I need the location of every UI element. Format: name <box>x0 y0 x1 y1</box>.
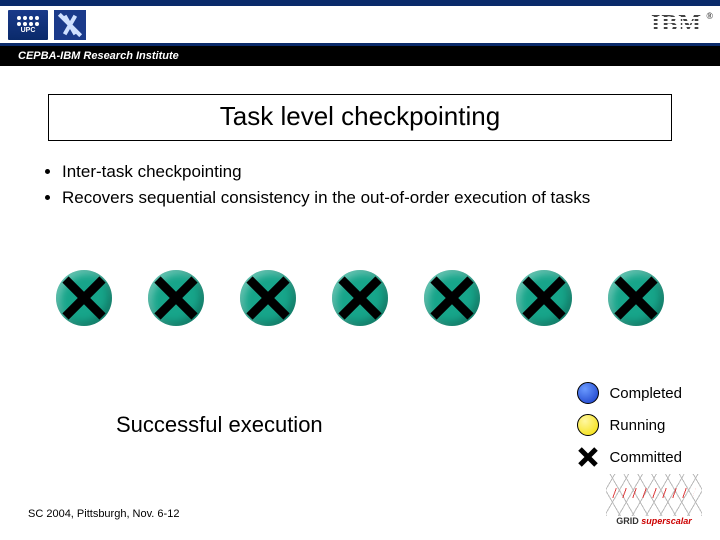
institute-name: CEPBA-IBM Research Institute <box>18 50 179 62</box>
ibm-small-logo <box>54 10 86 40</box>
header-bar: UPC IBM <box>0 0 720 46</box>
bullet-item: Recovers sequential consistency in the o… <box>62 185 686 211</box>
slide-title: Task level checkpointing <box>48 94 672 141</box>
legend-label: Completed <box>609 385 682 402</box>
legend: Completed Running Committed <box>577 382 682 468</box>
left-logos: UPC <box>8 10 86 40</box>
task-node <box>332 270 388 326</box>
upc-logo: UPC <box>8 10 48 40</box>
running-dot-icon <box>577 414 599 436</box>
institute-strip: CEPBA-IBM Research Institute <box>0 46 720 66</box>
footer-citation: SC 2004, Pittsburgh, Nov. 6-12 <box>28 508 179 520</box>
task-node <box>424 270 480 326</box>
ibm-logo: IBM <box>651 11 712 38</box>
grid-superscalar-logo: GRID superscalar <box>606 474 702 526</box>
grid-logo-suffix: superscalar <box>641 516 692 526</box>
bullet-list: Inter-task checkpointing Recovers sequen… <box>34 159 686 210</box>
completed-dot-icon <box>577 382 599 404</box>
legend-committed: Committed <box>577 446 682 468</box>
successful-execution-label: Successful execution <box>116 412 323 438</box>
task-row <box>0 270 720 326</box>
bullet-item: Inter-task checkpointing <box>62 159 686 185</box>
upc-logo-text: UPC <box>21 27 36 34</box>
grid-logo-prefix: GRID <box>616 516 639 526</box>
legend-completed: Completed <box>577 382 682 404</box>
legend-label: Committed <box>609 449 682 466</box>
mesh-icon <box>606 474 702 516</box>
task-node <box>240 270 296 326</box>
task-node <box>148 270 204 326</box>
committed-cross-icon <box>577 446 599 468</box>
task-node <box>56 270 112 326</box>
legend-label: Running <box>609 417 665 434</box>
legend-running: Running <box>577 414 682 436</box>
task-node <box>516 270 572 326</box>
task-node <box>608 270 664 326</box>
